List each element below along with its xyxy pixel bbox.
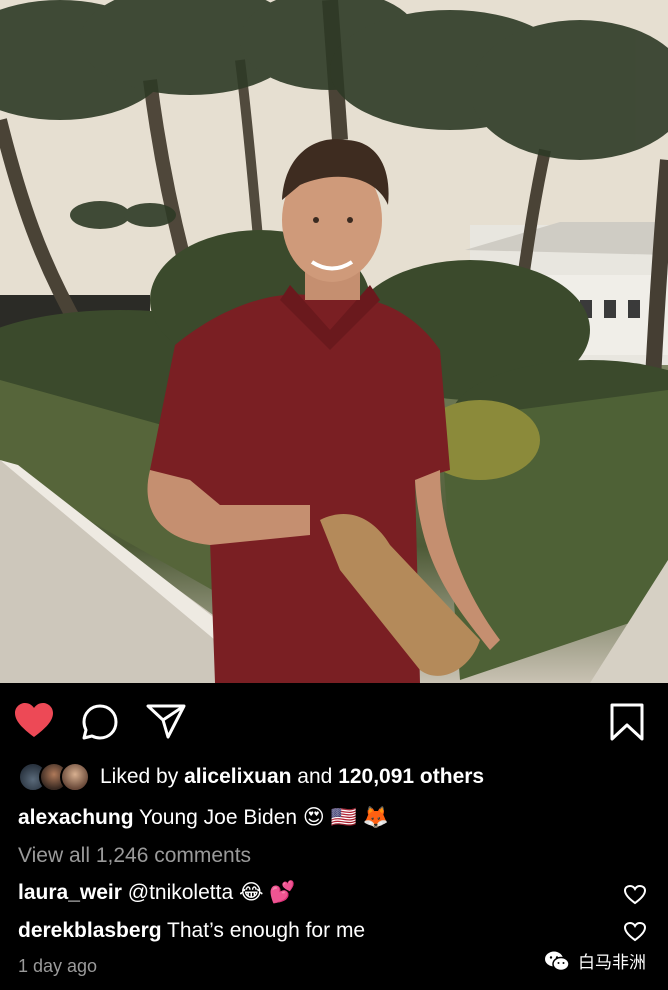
caption-emoji-heart-eyes: 😍	[302, 805, 325, 829]
liker-avatars	[18, 762, 90, 792]
post-action-bar	[0, 683, 668, 759]
comment-like-heart-icon[interactable]	[623, 884, 647, 910]
comment-icon[interactable]	[81, 703, 119, 746]
post-timestamp: 1 day ago	[18, 956, 98, 976]
liked-by-username[interactable]: alicelixuan	[184, 765, 291, 789]
watermark-text: 白马非洲	[578, 953, 646, 972]
comment-like-heart-icon[interactable]	[623, 921, 647, 947]
caption-emoji-fox: 🦊	[362, 805, 389, 829]
heart-filled-icon[interactable]	[14, 703, 54, 744]
comment-username[interactable]: derekblasberg	[18, 919, 162, 942]
bookmark-icon[interactable]	[609, 703, 645, 746]
comment-item: derekblasberg That’s enough for me	[18, 919, 365, 943]
watermark: 白马非洲	[544, 948, 646, 973]
comment-emoji-laughing: 😂	[238, 880, 264, 904]
caption-emoji-us-flag: 🇺🇸	[330, 805, 357, 829]
send-icon[interactable]	[146, 703, 186, 744]
likes-count[interactable]: 120,091 others	[338, 765, 484, 789]
likes-prefix: Liked by	[100, 765, 179, 788]
view-all-comments-link[interactable]: View all 1,246 comments	[18, 844, 251, 868]
wechat-icon	[544, 950, 570, 972]
caption-username[interactable]: alexachung	[18, 806, 134, 829]
likes-conjunction: and	[297, 765, 333, 788]
avatar	[60, 762, 90, 792]
comment-emoji-hearts: 💕	[269, 880, 296, 904]
comment-mention[interactable]: @tnikoletta	[128, 881, 233, 904]
comment-text: That’s enough for me	[167, 919, 366, 942]
photo-illustration	[0, 0, 668, 683]
likes-summary[interactable]: Liked by alicelixuan and 120,091 others	[18, 762, 484, 792]
caption-text: Young Joe Biden	[139, 806, 298, 829]
post-caption: alexachung Young Joe Biden 😍 🇺🇸 🦊	[18, 805, 389, 830]
comment-item: laura_weir @tnikoletta 😂 💕	[18, 880, 296, 905]
post-photo[interactable]	[0, 0, 668, 683]
comment-username[interactable]: laura_weir	[18, 881, 122, 904]
